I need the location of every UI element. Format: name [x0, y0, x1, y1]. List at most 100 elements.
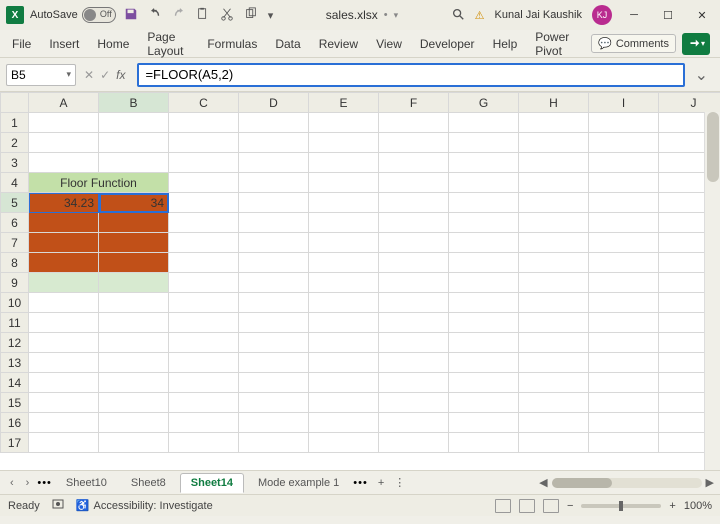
select-all-cell[interactable] [1, 93, 29, 113]
cell[interactable] [589, 413, 659, 433]
scroll-left-icon[interactable]: ◀ [539, 476, 547, 489]
row-header[interactable]: 8 [1, 253, 29, 273]
cell[interactable] [379, 353, 449, 373]
cell[interactable] [169, 353, 239, 373]
cell[interactable] [379, 333, 449, 353]
cell[interactable] [239, 313, 309, 333]
merged-header-cell[interactable]: Floor Function [29, 173, 169, 193]
cell[interactable] [449, 153, 519, 173]
row-header[interactable]: 12 [1, 333, 29, 353]
cell[interactable] [519, 113, 589, 133]
cell[interactable] [29, 393, 99, 413]
tab-view[interactable]: View [374, 33, 404, 55]
accessibility-status[interactable]: ♿Accessibility: Investigate [76, 499, 213, 512]
comments-button[interactable]: 💬 Comments [591, 34, 676, 53]
undo-icon[interactable] [148, 7, 162, 24]
cell[interactable] [589, 333, 659, 353]
cell[interactable] [29, 313, 99, 333]
cell[interactable] [99, 373, 169, 393]
view-page-break-icon[interactable] [543, 499, 559, 513]
cell[interactable] [379, 213, 449, 233]
tab-overflow-left-icon[interactable]: ••• [37, 477, 52, 489]
sheet-tab-active[interactable]: Sheet14 [180, 473, 244, 493]
cell[interactable] [99, 153, 169, 173]
cell[interactable] [379, 313, 449, 333]
cell[interactable] [29, 433, 99, 453]
cell[interactable] [99, 393, 169, 413]
cell[interactable] [589, 253, 659, 273]
row-header[interactable]: 13 [1, 353, 29, 373]
cell[interactable] [169, 433, 239, 453]
cell[interactable] [519, 433, 589, 453]
cell[interactable] [379, 253, 449, 273]
tab-power-pivot[interactable]: Power Pivot [533, 26, 577, 62]
zoom-out-icon[interactable]: − [567, 500, 573, 512]
cell[interactable] [99, 213, 169, 233]
tab-formulas[interactable]: Formulas [205, 33, 259, 55]
cell[interactable] [309, 393, 379, 413]
cell[interactable] [309, 153, 379, 173]
cell[interactable] [589, 113, 659, 133]
cell[interactable] [29, 353, 99, 373]
cell[interactable] [449, 133, 519, 153]
cell[interactable] [519, 353, 589, 373]
tab-data[interactable]: Data [273, 33, 302, 55]
cell-B5[interactable]: 34 [99, 193, 169, 213]
close-button[interactable]: ✕ [690, 3, 714, 27]
col-header-A[interactable]: A [29, 93, 99, 113]
cell[interactable] [449, 353, 519, 373]
cell[interactable] [589, 293, 659, 313]
col-header-D[interactable]: D [239, 93, 309, 113]
cell[interactable] [99, 113, 169, 133]
cell[interactable] [99, 273, 169, 293]
sheet-tabs-menu-icon[interactable]: ⋮ [394, 476, 405, 489]
redo-icon[interactable] [172, 7, 186, 24]
cell[interactable] [309, 213, 379, 233]
new-sheet-icon[interactable]: + [372, 477, 390, 489]
cell[interactable] [589, 133, 659, 153]
cell[interactable] [379, 433, 449, 453]
cell-A5[interactable]: 34.23 [29, 193, 99, 213]
tab-page-layout[interactable]: Page Layout [145, 26, 191, 62]
cell[interactable] [309, 293, 379, 313]
cell[interactable] [589, 393, 659, 413]
row-header[interactable]: 6 [1, 213, 29, 233]
cell[interactable] [29, 153, 99, 173]
cell[interactable] [29, 293, 99, 313]
cell[interactable] [589, 373, 659, 393]
cell[interactable] [449, 413, 519, 433]
zoom-level[interactable]: 100% [684, 500, 712, 512]
cell[interactable] [239, 253, 309, 273]
col-header-B[interactable]: B [99, 93, 169, 113]
cell[interactable] [519, 173, 589, 193]
cell[interactable] [169, 133, 239, 153]
row-header[interactable]: 5 [1, 193, 29, 213]
cell[interactable] [99, 253, 169, 273]
sheet-tab[interactable]: Mode example 1 [248, 474, 349, 492]
cell[interactable] [309, 173, 379, 193]
cell[interactable] [239, 193, 309, 213]
row-header[interactable]: 14 [1, 373, 29, 393]
cell[interactable] [29, 273, 99, 293]
cell[interactable] [239, 293, 309, 313]
cell[interactable] [379, 193, 449, 213]
cell[interactable] [379, 373, 449, 393]
cell[interactable] [239, 213, 309, 233]
tab-developer[interactable]: Developer [418, 33, 477, 55]
cell[interactable] [169, 413, 239, 433]
col-header-H[interactable]: H [519, 93, 589, 113]
cell[interactable] [519, 413, 589, 433]
name-box[interactable]: B5 ▾ [6, 64, 76, 86]
tab-nav-prev-icon[interactable]: ‹ [6, 477, 18, 489]
cell[interactable] [239, 113, 309, 133]
cell[interactable] [449, 233, 519, 253]
cell[interactable] [379, 173, 449, 193]
row-header[interactable]: 4 [1, 173, 29, 193]
tab-home[interactable]: Home [95, 33, 131, 55]
cell[interactable] [449, 433, 519, 453]
cell[interactable] [169, 113, 239, 133]
cell[interactable] [99, 233, 169, 253]
view-normal-icon[interactable] [495, 499, 511, 513]
sheet-tab[interactable]: Sheet8 [121, 474, 176, 492]
cell[interactable] [239, 133, 309, 153]
